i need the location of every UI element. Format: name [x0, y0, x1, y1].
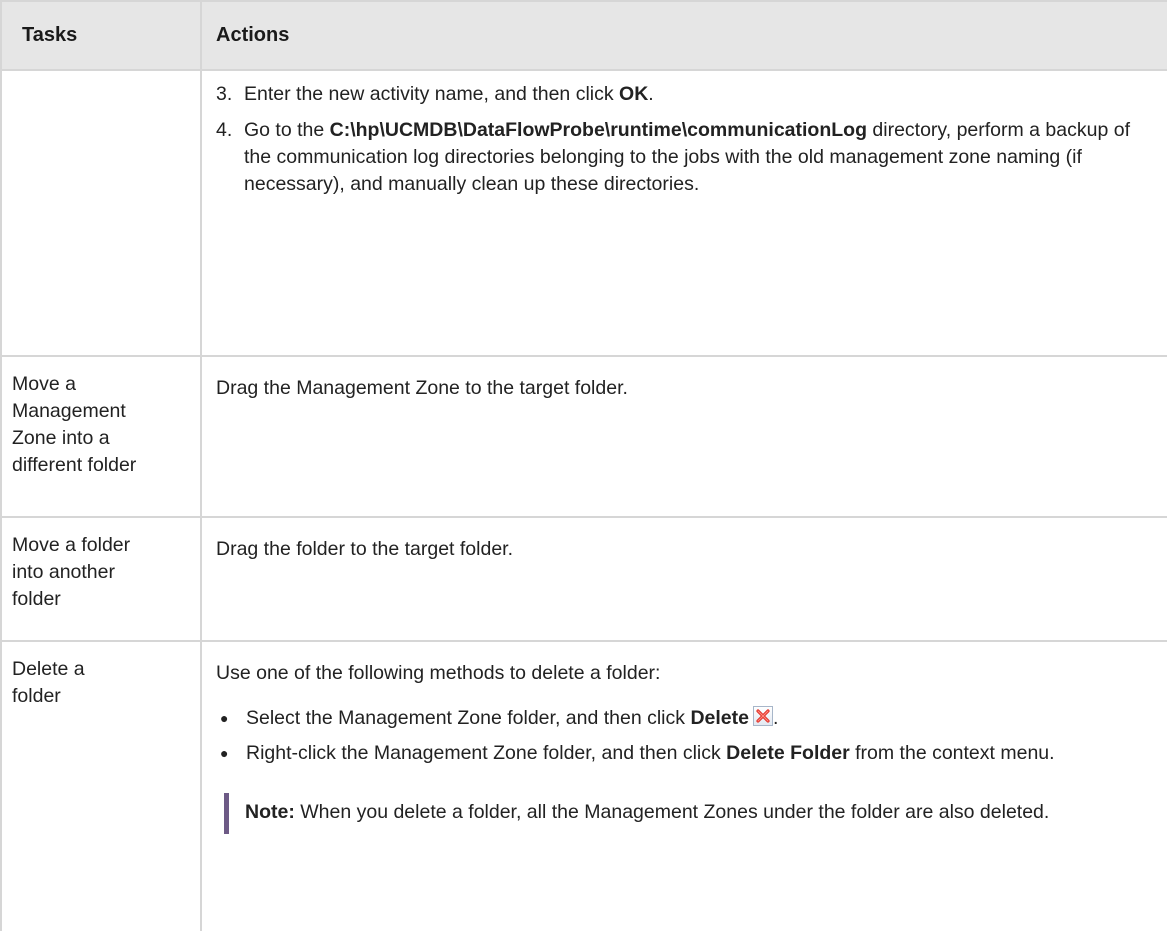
action-cell: Use one of the following methods to dele…	[200, 640, 1167, 931]
table-row: Delete a folder Use one of the following…	[0, 640, 1167, 931]
step-text-part: Enter the new activity name, and then cl…	[244, 83, 620, 105]
delete-icon	[752, 706, 773, 726]
task-cell: Move a Management Zone into a different …	[0, 355, 202, 518]
task-line: Zone into a	[12, 427, 110, 449]
step-text: Go to the C:\hp\UCMDB\DataFlowProbe\runt…	[244, 117, 1151, 198]
note-text: When you delete a folder, all the Manage…	[294, 801, 1050, 823]
task-line: different folder	[12, 454, 137, 476]
tasks-table: Tasks Actions 3. Enter the new activity …	[0, 0, 1167, 931]
task-line: Delete a	[12, 658, 85, 680]
table-row: Move a folder into another folder Drag t…	[0, 516, 1167, 642]
bullet-bold-delete: Delete	[690, 707, 749, 729]
note-label: Note:	[245, 801, 295, 823]
table-row: Move a Management Zone into a different …	[0, 355, 1167, 518]
task-line: folder	[12, 588, 61, 610]
action-cell: Drag the Management Zone to the target f…	[200, 355, 1167, 518]
step-4: 4. Go to the C:\hp\UCMDB\DataFlowProbe\r…	[216, 117, 1151, 198]
step-number: 4.	[216, 119, 233, 141]
task-line: Management	[12, 400, 126, 422]
bullet-text-part: .	[772, 707, 779, 729]
task-cell: Move a folder into another folder	[0, 516, 202, 642]
task-line: Move a folder	[12, 534, 131, 556]
task-line: folder	[12, 685, 61, 707]
bullet-text-part: Right-click the Management Zone folder, …	[246, 742, 727, 764]
bullet-dot: ●	[220, 710, 229, 726]
note-box: Note: When you delete a folder, all the …	[224, 793, 1151, 834]
step-bold-ok: OK	[619, 83, 649, 105]
step-text-part: .	[648, 83, 654, 105]
step-bold-path: C:\hp\UCMDB\DataFlowProbe\runtime\commun…	[329, 119, 867, 141]
bullet-text-part: Select the Management Zone folder, and t…	[246, 707, 691, 729]
header-actions: Actions	[200, 0, 1167, 71]
bullet-dot: ●	[220, 745, 229, 761]
header-tasks: Tasks	[0, 0, 202, 71]
action-cell: Drag the folder to the target folder.	[200, 516, 1167, 642]
task-cell: Delete a folder	[0, 640, 202, 931]
step-text: Enter the new activity name, and then cl…	[244, 81, 1151, 108]
bullet-text: Right-click the Management Zone folder, …	[246, 740, 1151, 767]
action-cell: 3. Enter the new activity name, and then…	[200, 70, 1167, 357]
step-text-part: Go to the	[244, 119, 330, 141]
table-row: 3. Enter the new activity name, and then…	[0, 70, 1167, 357]
bullet-text-part: from the context menu.	[849, 742, 1055, 764]
task-cell-empty	[0, 70, 202, 357]
bullet-item: ● Select the Management Zone folder, and…	[216, 705, 1151, 732]
step-number: 3.	[216, 83, 233, 105]
bullet-bold-delete-folder: Delete Folder	[726, 742, 850, 764]
action-intro: Use one of the following methods to dele…	[216, 662, 661, 684]
bullet-item: ● Right-click the Management Zone folder…	[216, 740, 1151, 767]
action-text: Drag the Management Zone to the target f…	[216, 377, 628, 399]
step-3: 3. Enter the new activity name, and then…	[216, 81, 1151, 108]
task-line: Move a	[12, 373, 76, 395]
action-text: Drag the folder to the target folder.	[216, 538, 514, 560]
table-header-row: Tasks Actions	[0, 0, 1167, 71]
task-line: into another	[12, 561, 115, 583]
bullet-text: Select the Management Zone folder, and t…	[246, 705, 1151, 732]
